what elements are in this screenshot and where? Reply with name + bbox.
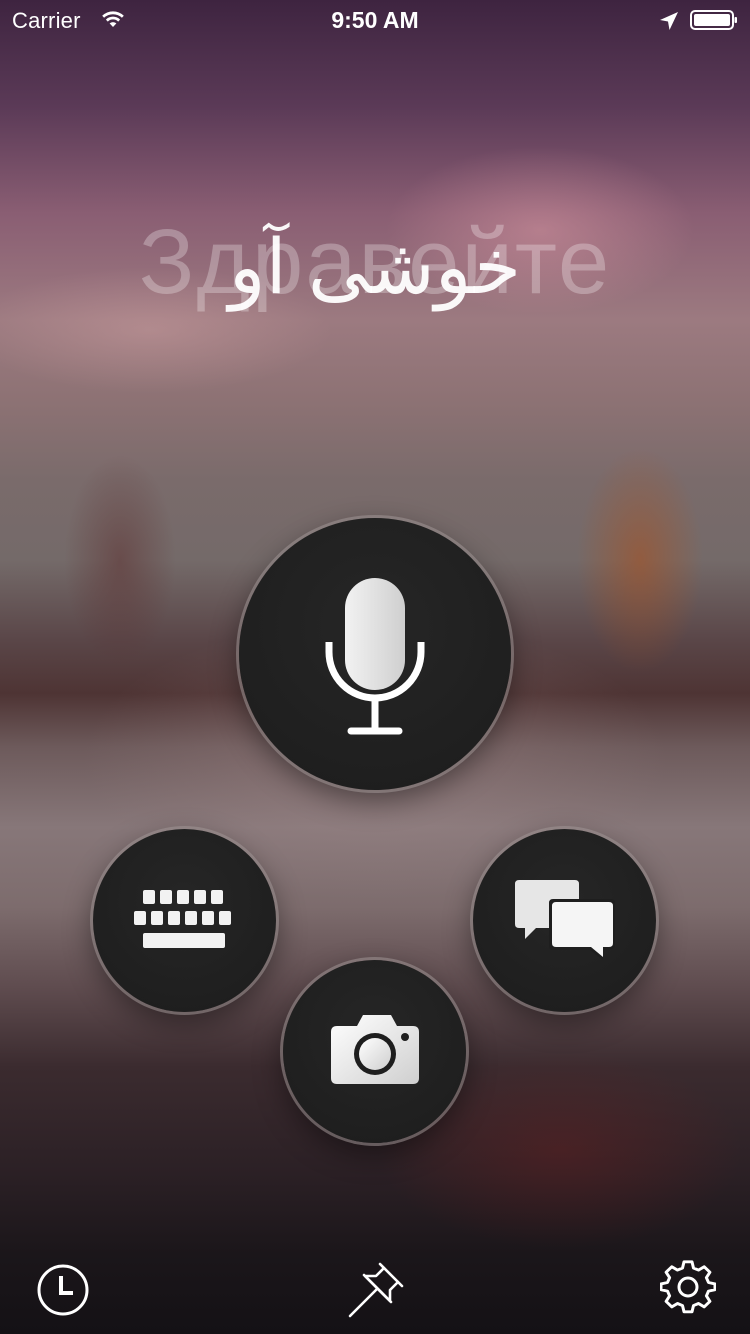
microphone-icon [325,578,425,735]
keyboard-button[interactable] [93,829,276,1012]
keyboard-icon [134,890,231,948]
pin-icon[interactable] [346,1260,406,1320]
settings-icon[interactable] [660,1260,716,1316]
camera-button[interactable] [283,960,466,1143]
status-bar: Carrier 9:50 AM [0,0,750,40]
location-icon [660,12,678,30]
clock-time: 9:50 AM [331,7,419,33]
microphone-button[interactable] [239,518,511,790]
history-icon[interactable] [35,1262,91,1318]
conversation-icon [515,880,615,960]
battery-icon [690,10,737,30]
camera-icon [331,1015,419,1084]
greeting-text-primary: خوشی آو [228,225,522,310]
conversation-button[interactable] [473,829,656,1012]
